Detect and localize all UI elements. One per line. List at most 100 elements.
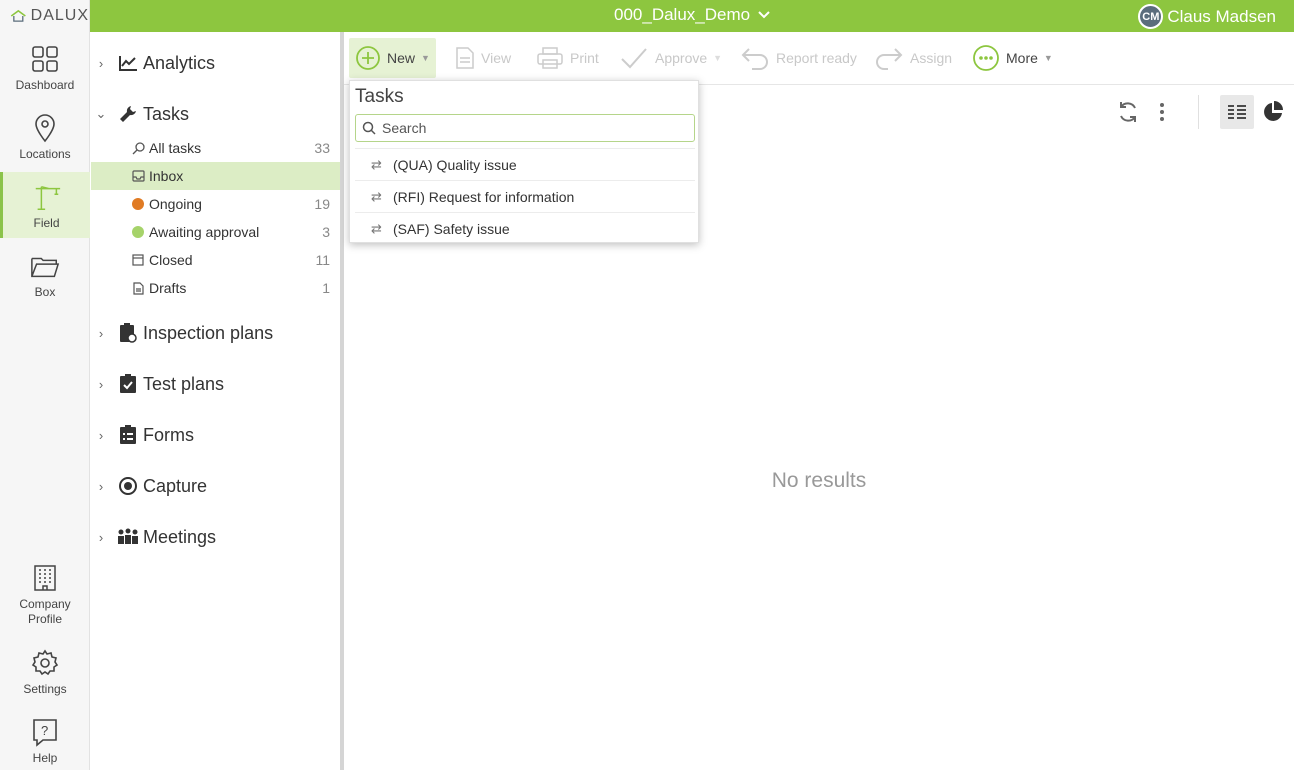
chevron-down-icon: ⌄: [95, 106, 107, 121]
approve-label: Approve: [655, 50, 708, 66]
people-icon: [115, 526, 141, 548]
toolbar-divider: [1198, 95, 1199, 129]
help-icon: ?: [30, 717, 60, 747]
chevron-right-icon: ›: [98, 325, 104, 341]
assign-label: Assign: [910, 50, 953, 66]
crane-icon: [32, 182, 62, 212]
nav-section-inspection-plans[interactable]: › Inspection plans: [91, 313, 340, 353]
rail-item-locations[interactable]: Locations: [0, 103, 90, 169]
rail-label: Locations: [19, 147, 71, 161]
swap-arrows-icon: ⇄: [371, 188, 382, 204]
nav-section-label: Analytics: [143, 52, 216, 73]
dropdown-item-saf[interactable]: ⇄ (SAF) Safety issue: [355, 212, 695, 244]
rail-label: Help: [32, 751, 58, 765]
capture-icon: [115, 475, 141, 497]
assign-button[interactable]: Assign: [874, 38, 952, 78]
dropdown-title: Tasks: [355, 86, 404, 107]
gear-icon: [30, 648, 60, 678]
rail-item-field[interactable]: Field: [0, 172, 90, 238]
caret-down-icon: ▼: [1043, 53, 1053, 63]
list-view-button[interactable]: [1220, 95, 1254, 129]
approve-button[interactable]: Approve ▼: [619, 38, 722, 78]
kebab-icon: [1160, 103, 1164, 121]
nav-item-drafts[interactable]: Drafts 1: [91, 274, 340, 302]
analytics-icon: [115, 52, 141, 74]
caret-down-icon: ▼: [421, 53, 430, 63]
nav-item-label: Closed: [149, 252, 193, 268]
kebab-menu-button[interactable]: [1150, 95, 1174, 129]
document-icon: [456, 47, 474, 69]
new-button[interactable]: New ▼: [349, 38, 436, 78]
chevron-right-icon: ›: [98, 55, 104, 71]
chevron-right-icon: ›: [98, 529, 104, 545]
print-button[interactable]: Print: [536, 38, 599, 78]
nav-item-awaiting-approval[interactable]: Awaiting approval 3: [91, 218, 340, 246]
nav-item-count: 1: [322, 280, 330, 296]
nav-section-label: Tasks: [143, 103, 190, 124]
project-selector[interactable]: 000_Dalux_Demo: [614, 5, 770, 25]
dropdown-item-qua[interactable]: ⇄ (QUA) Quality issue: [355, 148, 695, 180]
new-label: New: [387, 50, 416, 66]
nav-item-count: 33: [314, 140, 330, 156]
nav-item-inbox[interactable]: Inbox: [91, 162, 340, 190]
nav-section-label: Meetings: [143, 526, 217, 547]
nav-item-label: Drafts: [149, 280, 187, 296]
print-label: Print: [570, 50, 599, 66]
nav-section-test-plans[interactable]: › Test plans: [91, 364, 340, 404]
forms-icon: [115, 424, 141, 446]
app-rail: DALUX Dashboard Locations Field Box Comp…: [0, 0, 90, 770]
refresh-button[interactable]: [1113, 95, 1143, 129]
panel-resize-handle[interactable]: [340, 32, 344, 770]
nav-item-all-tasks[interactable]: All tasks 33: [91, 134, 340, 162]
caret-down-icon: ▼: [713, 53, 723, 63]
nav-item-closed[interactable]: Closed 11: [91, 246, 340, 274]
nav-item-ongoing[interactable]: Ongoing 19: [91, 190, 340, 218]
chevron-down-icon: [758, 11, 770, 19]
nav-section-capture[interactable]: › Capture: [91, 466, 340, 506]
nav-section-forms[interactable]: › Forms: [91, 415, 340, 455]
nav-item-label: Awaiting approval: [149, 224, 260, 240]
chart-view-button[interactable]: [1260, 95, 1286, 129]
refresh-icon: [1120, 102, 1136, 122]
rail-item-box[interactable]: Box: [0, 241, 90, 307]
nav-section-meetings[interactable]: › Meetings: [91, 517, 340, 557]
clipboard-check-icon: [115, 373, 141, 395]
chevron-right-icon: ›: [98, 427, 104, 443]
checkmark-icon: [621, 48, 647, 69]
report-ready-button[interactable]: Report ready: [740, 38, 857, 78]
nav-item-count: 19: [314, 196, 330, 212]
nav-section-analytics[interactable]: › Analytics: [91, 43, 340, 83]
more-label: More: [1006, 50, 1038, 66]
new-task-dropdown: Tasks ⇄ (QUA) Quality issue ⇄ (RFI) Requ…: [349, 80, 699, 243]
pie-chart-icon: [1264, 101, 1283, 121]
folder-icon: [30, 251, 60, 281]
avatar: CM: [1138, 4, 1164, 29]
rail-item-company-profile[interactable]: Company Profile: [0, 553, 90, 633]
dropdown-item-rfi[interactable]: ⇄ (RFI) Request for information: [355, 180, 695, 212]
status-dot-icon: [131, 225, 145, 239]
search-icon: [362, 121, 376, 135]
top-bar: 000_Dalux_Demo CM Claus Madsen: [90, 0, 1294, 32]
rail-label: Dashboard: [15, 78, 75, 92]
user-menu[interactable]: CM Claus Madsen: [1138, 4, 1276, 29]
rail-item-dashboard[interactable]: Dashboard: [0, 34, 90, 100]
more-dots-icon: [973, 45, 999, 71]
rail-item-help[interactable]: ? Help: [0, 707, 90, 770]
logo-text: DALUX: [30, 7, 89, 24]
nav-item-label: All tasks: [149, 140, 202, 156]
more-button[interactable]: More ▼: [972, 38, 1053, 78]
nav-item-count: 3: [322, 224, 330, 240]
search-input[interactable]: [382, 120, 682, 136]
inbox-icon: [131, 169, 145, 183]
rail-item-settings[interactable]: Settings: [0, 638, 90, 704]
undo-arrow-icon: [741, 48, 768, 70]
plus-circle-icon: [356, 46, 380, 70]
status-dot-icon: [131, 197, 145, 211]
swap-arrows-icon: ⇄: [371, 156, 382, 172]
navigation-panel: › Analytics ⌄ Tasks All tasks 33 Inbox O…: [91, 32, 340, 770]
rail-label: Field: [33, 216, 60, 230]
wrench-icon: [115, 103, 141, 125]
view-button[interactable]: View: [455, 38, 511, 78]
dalux-logo[interactable]: DALUX: [0, 0, 89, 32]
nav-section-tasks[interactable]: ⌄ Tasks: [91, 94, 340, 134]
